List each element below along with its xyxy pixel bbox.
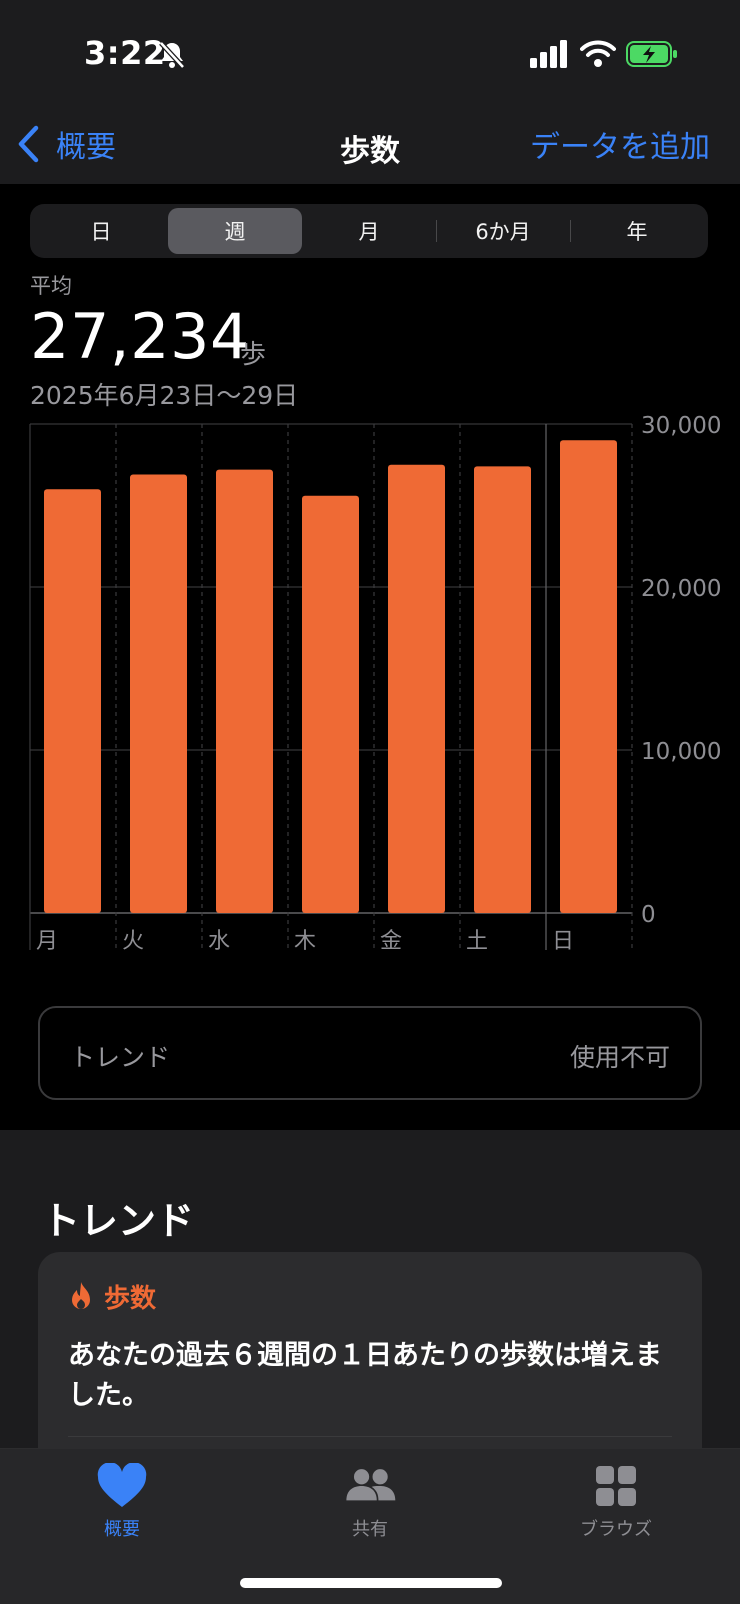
people-icon — [346, 1469, 396, 1501]
segment-day[interactable]: 日 — [34, 208, 168, 254]
segment-year[interactable]: 年 — [570, 208, 704, 254]
nav-bar: 概要 歩数 データを追加 — [0, 104, 740, 184]
chart-y-tick-label: 20,000 — [641, 576, 721, 602]
chart-canvas: 30,000 20,000 10,000 0 月 火 水 木 金 土 日 — [29, 413, 721, 954]
chart-x-tick-label: 日 — [552, 929, 574, 954]
trend-label: トレンド — [70, 1043, 171, 1072]
status-bar: 3:22 — [0, 0, 740, 104]
status-time: 3:22 — [84, 34, 166, 72]
heart-icon — [97, 1463, 147, 1507]
segment-month[interactable]: 月 — [302, 208, 436, 254]
grid-icon — [596, 1466, 636, 1506]
chart-bar-水 — [216, 469, 273, 913]
trend-value: 使用不可 — [569, 1043, 670, 1072]
segment-year-label: 年 — [626, 220, 648, 244]
chart-y-tick-label: 0 — [641, 902, 656, 928]
tab-summary[interactable]: 概要 — [22, 1463, 222, 1541]
trends-section-title: トレンド — [42, 1199, 195, 1243]
period-segmented-control: 日 週 月 6か月 年 — [30, 204, 708, 258]
chart-x-tick-label: 火 — [122, 929, 144, 954]
average-unit: 歩 — [240, 340, 267, 370]
chart-bar-土 — [474, 466, 531, 913]
chart-bar-金 — [388, 464, 445, 913]
segment-week[interactable]: 週 — [168, 208, 302, 254]
segment-month-label: 月 — [358, 220, 380, 244]
battery-charging-icon — [626, 41, 677, 67]
segment-divider — [570, 220, 571, 242]
average-label: 平均 — [30, 274, 72, 298]
tab-sharing-label: 共有 — [352, 1519, 388, 1540]
chart-x-tick-label: 木 — [294, 929, 316, 954]
chart-y-tick-label: 30,000 — [641, 413, 721, 439]
chart-bar-月 — [44, 489, 101, 913]
steps-bar-chart[interactable]: 30,000 20,000 10,000 0 月 火 水 木 金 土 日 — [0, 410, 740, 960]
chart-x-tick-label: 月 — [36, 929, 58, 954]
tab-browse-label: ブラウズ — [580, 1519, 652, 1540]
segment-six-months-label: 6か月 — [475, 220, 531, 244]
trend-status-row[interactable]: トレンド 使用不可 — [38, 1006, 702, 1100]
home-indicator — [240, 1578, 502, 1588]
add-data-button[interactable]: データを追加 — [530, 122, 710, 166]
tab-summary-label: 概要 — [104, 1519, 140, 1540]
trend-card-text: あなたの過去６週間の１日あたりの歩数は増えました。 — [68, 1340, 662, 1411]
bell-slash-icon — [159, 41, 185, 69]
chart-x-tick-label: 金 — [380, 929, 402, 954]
chart-y-tick-label: 10,000 — [641, 739, 721, 765]
tab-sharing[interactable]: 共有 — [270, 1463, 470, 1541]
trend-card-header: 歩数 — [68, 1278, 156, 1315]
wifi-icon — [580, 40, 616, 67]
tab-browse[interactable]: ブラウズ — [516, 1463, 716, 1541]
chart-bar-火 — [130, 474, 187, 913]
date-range: 2025年6月23日〜29日 — [30, 381, 299, 410]
chart-bar-木 — [302, 495, 359, 913]
segment-divider — [436, 220, 437, 242]
chart-bar-日 — [560, 440, 617, 913]
chart-x-tick-label: 土 — [466, 929, 488, 954]
trend-card-category: 歩数 — [104, 1284, 157, 1314]
chart-x-tick-label: 水 — [208, 929, 230, 954]
average-value: 27,234 — [30, 300, 250, 373]
signal-icon — [530, 40, 567, 68]
flame-icon — [72, 1281, 90, 1309]
card-divider — [68, 1436, 672, 1437]
segment-six-months[interactable]: 6か月 — [436, 208, 570, 254]
